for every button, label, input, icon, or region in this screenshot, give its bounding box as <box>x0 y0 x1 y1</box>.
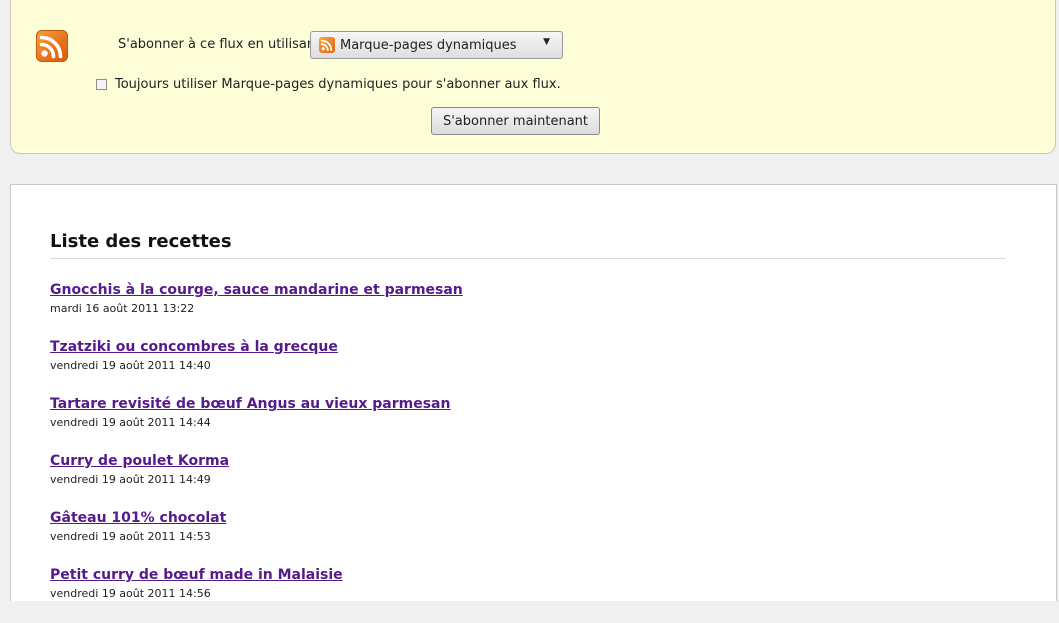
recipe-list: Gnocchis à la courge, sauce mandarine et… <box>50 281 463 623</box>
recipe-date: vendredi 19 août 2011 14:56 <box>50 587 211 600</box>
list-item: Gnocchis à la courge, sauce mandarine et… <box>50 281 463 338</box>
feed-title: Liste des recettes <box>50 231 1006 259</box>
subscribe-label: S'abonner à ce flux en utilisant <box>118 37 321 52</box>
recipe-link[interactable]: Petit curry de bœuf made in Malaisie <box>50 566 463 584</box>
rss-feed-icon <box>36 30 68 62</box>
list-item: Petit curry de bœuf made in Malaisie ven… <box>50 566 463 623</box>
list-item: Tzatziki ou concombres à la grecque vend… <box>50 338 463 395</box>
list-item: Gâteau 101% chocolat vendredi 19 août 20… <box>50 509 463 566</box>
feed-content: Liste des recettes Gnocchis à la courge,… <box>10 184 1057 601</box>
recipe-link[interactable]: Gnocchis à la courge, sauce mandarine et… <box>50 281 463 299</box>
list-item: Curry de poulet Korma vendredi 19 août 2… <box>50 452 463 509</box>
rss-feed-icon <box>319 37 335 53</box>
recipe-date: vendredi 19 août 2011 14:53 <box>50 530 211 543</box>
list-item: Tartare revisité de bœuf Angus au vieux … <box>50 395 463 452</box>
always-use-checkbox[interactable] <box>96 79 107 90</box>
recipe-date: mardi 16 août 2011 13:22 <box>50 302 195 315</box>
feed-reader-select[interactable]: Marque-pages dynamiques ▼ <box>310 31 563 59</box>
subscribe-panel: S'abonner à ce flux en utilisant Marque-… <box>10 0 1056 154</box>
recipe-link[interactable]: Tzatziki ou concombres à la grecque <box>50 338 463 356</box>
recipe-link[interactable]: Tartare revisité de bœuf Angus au vieux … <box>50 395 463 413</box>
always-use-label: Toujours utiliser Marque-pages dynamique… <box>115 77 561 92</box>
recipe-link[interactable]: Curry de poulet Korma <box>50 452 463 470</box>
recipe-date: vendredi 19 août 2011 14:44 <box>50 416 211 429</box>
chevron-down-icon: ▼ <box>543 37 550 47</box>
subscribe-now-button[interactable]: S'abonner maintenant <box>431 107 600 135</box>
recipe-link[interactable]: Gâteau 101% chocolat <box>50 509 463 527</box>
recipe-date: vendredi 19 août 2011 14:49 <box>50 473 211 486</box>
recipe-date: vendredi 19 août 2011 14:40 <box>50 359 211 372</box>
always-use-option[interactable]: Toujours utiliser Marque-pages dynamique… <box>96 77 561 92</box>
feed-reader-value: Marque-pages dynamiques <box>340 38 517 53</box>
